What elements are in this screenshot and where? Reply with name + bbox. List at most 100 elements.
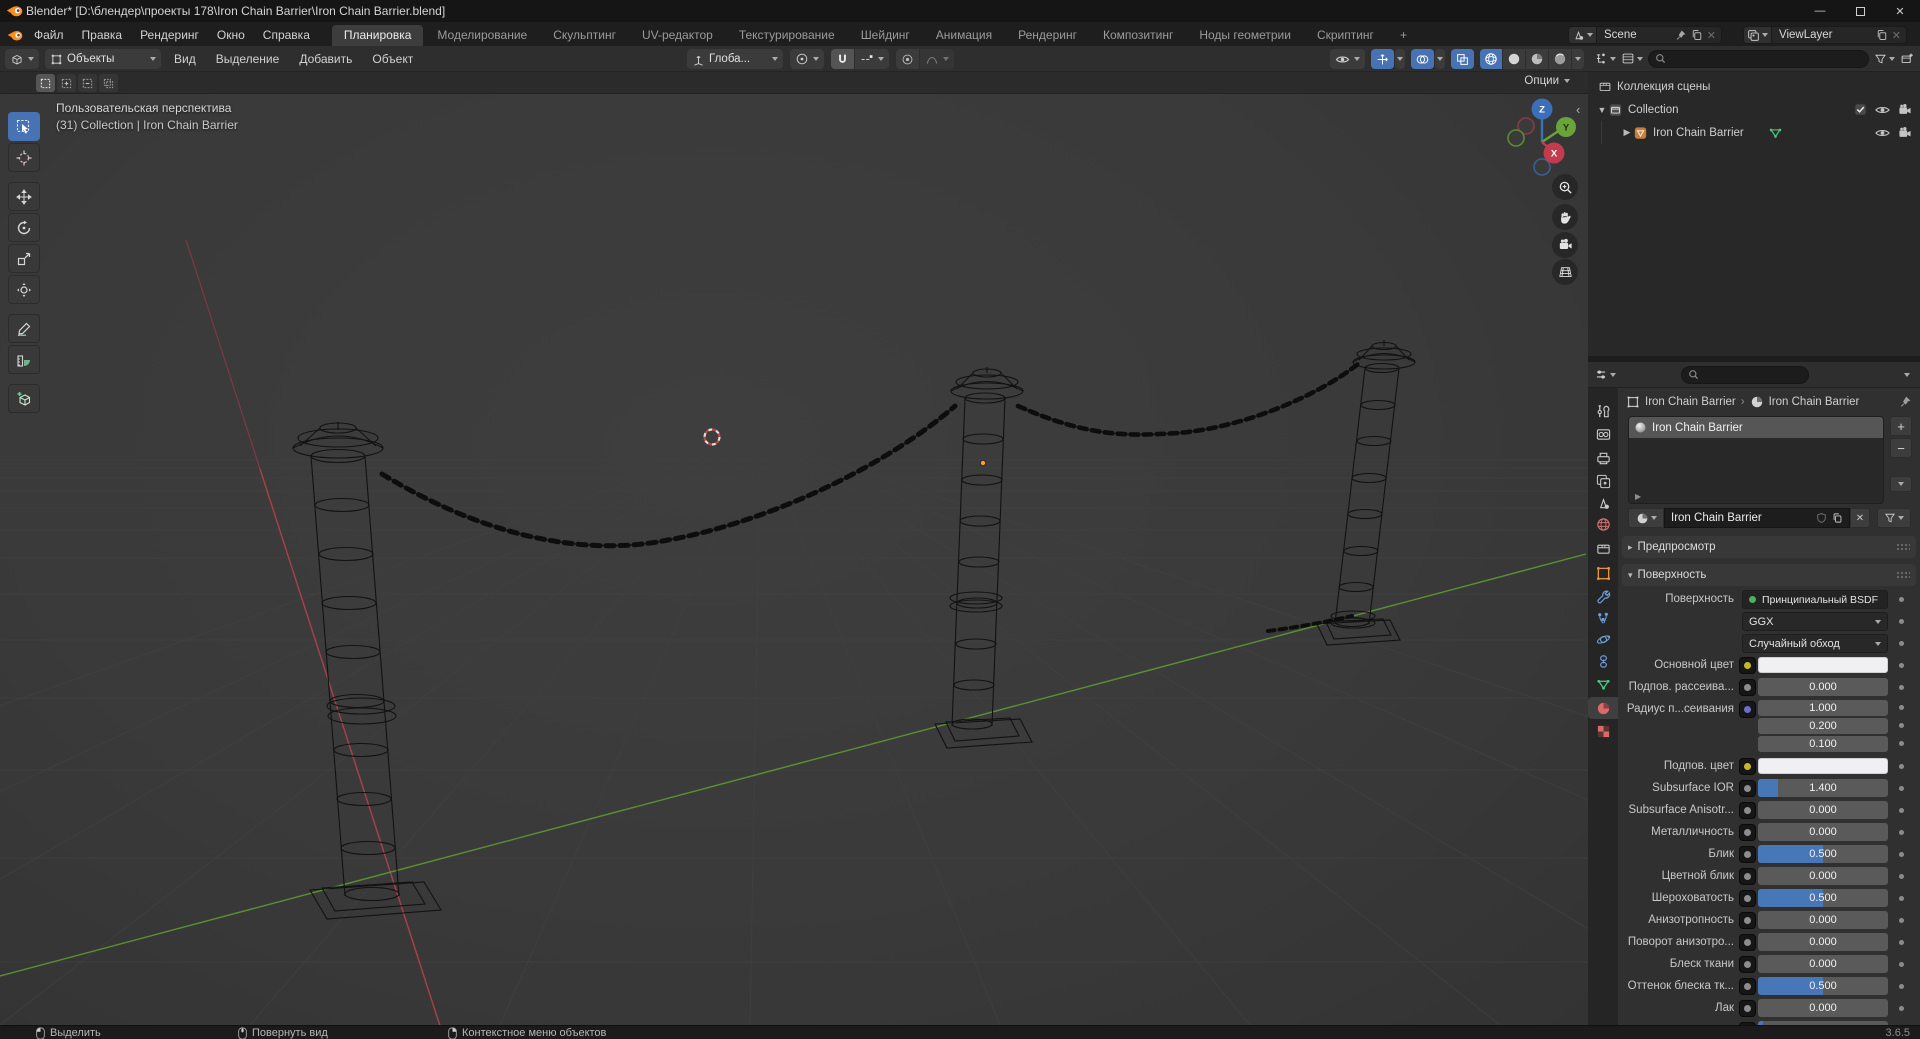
collapse-arrow-icon[interactable]: ▶	[1621, 127, 1633, 138]
workspace-tab-shading[interactable]: Шейдинг	[849, 25, 922, 46]
remove-icon[interactable]: ✕	[1892, 29, 1901, 42]
aniso-rotation-slider[interactable]: 0.000	[1758, 933, 1888, 951]
minimize-icon[interactable]: —	[1800, 0, 1840, 22]
tab-output-icon[interactable]	[1588, 447, 1618, 469]
socket-button[interactable]	[1739, 978, 1756, 995]
subsurface-ior-slider[interactable]: 1.400	[1758, 779, 1888, 797]
menu-file[interactable]: Файл	[25, 22, 73, 48]
tab-modifiers-icon[interactable]	[1588, 585, 1618, 607]
workspace-tab-uv[interactable]: UV-редактор	[630, 25, 725, 46]
decorator-dot[interactable]	[1899, 597, 1904, 602]
decorator-dot[interactable]	[1899, 896, 1904, 901]
tab-viewlayer-icon[interactable]	[1588, 470, 1618, 492]
viewport-menu-object[interactable]: Объект	[365, 49, 420, 69]
material-slot-row[interactable]: Iron Chain Barrier	[1629, 417, 1883, 438]
overlays-toggle[interactable]	[1411, 49, 1434, 69]
camera-view-icon[interactable]	[1552, 232, 1578, 258]
snap-target-dropdown[interactable]	[855, 49, 889, 69]
specular-tint-slider[interactable]: 0.000	[1758, 867, 1888, 885]
breadcrumb-material-name[interactable]: Iron Chain Barrier	[1769, 396, 1860, 408]
socket-button[interactable]	[1739, 912, 1756, 929]
viewport-menu-add[interactable]: Добавить	[292, 49, 359, 69]
decorator-dot[interactable]	[1899, 984, 1904, 989]
material-name-field[interactable]: Iron Chain Barrier	[1664, 508, 1850, 528]
copy-material-icon[interactable]	[1832, 512, 1843, 524]
material-specials-dropdown[interactable]	[1877, 508, 1911, 528]
socket-button[interactable]	[1739, 701, 1756, 718]
socket-button[interactable]	[1739, 679, 1756, 696]
tab-physics-icon[interactable]	[1588, 628, 1618, 650]
subsurface-slider[interactable]: 0.000	[1758, 678, 1888, 696]
sheen-slider[interactable]: 0.000	[1758, 955, 1888, 973]
menu-help[interactable]: Справка	[254, 22, 319, 48]
select-mode-extend-button[interactable]	[57, 74, 76, 92]
tab-texture-icon[interactable]	[1588, 720, 1618, 742]
tool-transform-button[interactable]	[8, 275, 40, 304]
zoom-view-icon[interactable]	[1552, 174, 1578, 200]
exclude-checkbox[interactable]	[1854, 103, 1867, 116]
panel-surface[interactable]: ▾ Поверхность	[1622, 564, 1916, 586]
tool-annotate-button[interactable]	[8, 314, 40, 343]
shading-solid-button[interactable]	[1503, 49, 1525, 69]
expand-arrow-icon[interactable]: ▼	[1596, 105, 1608, 115]
outliner-search-input[interactable]	[1648, 49, 1869, 68]
add-material-slot-button[interactable]: +	[1890, 416, 1912, 436]
editor-type-dropdown[interactable]	[5, 49, 39, 69]
subsurface-color-swatch[interactable]	[1758, 758, 1888, 774]
new-collection-button[interactable]	[1900, 52, 1914, 65]
scene-name[interactable]: Scene	[1597, 29, 1675, 41]
workspace-tab-geometry-nodes[interactable]: Ноды геометрии	[1187, 25, 1303, 46]
radius-z-field[interactable]: 0.100	[1758, 736, 1888, 752]
unlink-material-button[interactable]: ✕	[1850, 508, 1870, 528]
decorator-dot[interactable]	[1899, 830, 1904, 835]
decorator-dot[interactable]	[1899, 962, 1904, 967]
workspace-tab-texture[interactable]: Текстурирование	[727, 25, 847, 46]
gizmos-toggle[interactable]	[1371, 49, 1394, 69]
socket-button[interactable]	[1739, 868, 1756, 885]
pan-view-icon[interactable]	[1552, 204, 1578, 230]
socket-button[interactable]	[1739, 1000, 1756, 1017]
breadcrumb-object-name[interactable]: Iron Chain Barrier	[1645, 396, 1736, 408]
hide-eye-icon[interactable]	[1875, 104, 1890, 116]
workspace-tab-scripting[interactable]: Скриптинг	[1305, 25, 1386, 46]
remove-material-slot-button[interactable]: −	[1890, 438, 1912, 458]
tool-measure-button[interactable]	[8, 345, 40, 374]
shading-dropdown[interactable]	[1572, 49, 1584, 69]
socket-button[interactable]	[1739, 934, 1756, 951]
roughness-slider[interactable]: 0.500	[1758, 889, 1888, 907]
clearcoat-slider[interactable]: 0.000	[1758, 999, 1888, 1017]
tool-add-primitive-button[interactable]	[8, 384, 40, 413]
scene-selector[interactable]: Scene ✕	[1568, 26, 1722, 44]
decorator-dot[interactable]	[1899, 663, 1904, 668]
sheen-tint-slider[interactable]: 0.500	[1758, 977, 1888, 995]
select-mode-subtract-button[interactable]	[78, 74, 97, 92]
decorator-dot[interactable]	[1899, 1006, 1904, 1011]
distribution-dropdown[interactable]: GGX	[1742, 612, 1888, 631]
menu-edit[interactable]: Правка	[73, 22, 132, 48]
workspace-tab-rendering[interactable]: Рендеринг	[1006, 25, 1089, 46]
overlays-dropdown[interactable]	[1435, 49, 1445, 69]
tab-object-icon[interactable]	[1588, 562, 1618, 584]
properties-editor-type-dropdown[interactable]	[1594, 368, 1616, 381]
select-mode-set-button[interactable]	[36, 74, 55, 92]
pin-id-icon[interactable]	[1899, 395, 1912, 408]
specular-slider[interactable]: 0.500	[1758, 845, 1888, 863]
tab-constraints-icon[interactable]	[1588, 650, 1618, 672]
shading-rendered-button[interactable]	[1549, 49, 1571, 69]
tool-rotate-button[interactable]	[8, 213, 40, 242]
decorator-dot[interactable]	[1899, 741, 1904, 746]
workspace-tab-compositing[interactable]: Композитинг	[1091, 25, 1185, 46]
properties-search-input[interactable]	[1681, 365, 1809, 384]
tool-move-button[interactable]	[8, 182, 40, 211]
select-mode-intersect-button[interactable]	[99, 74, 118, 92]
socket-button[interactable]	[1739, 824, 1756, 841]
radius-x-field[interactable]: 1.000	[1758, 700, 1888, 716]
tab-material-icon[interactable]	[1588, 697, 1618, 719]
material-slot-list[interactable]: Iron Chain Barrier ▶	[1628, 416, 1884, 504]
decorator-dot[interactable]	[1899, 940, 1904, 945]
viewport-canvas[interactable]	[0, 94, 1588, 1025]
decorator-dot[interactable]	[1899, 619, 1904, 624]
panel-drag-grip[interactable]	[1896, 543, 1910, 551]
decorator-dot[interactable]	[1899, 808, 1904, 813]
blender-menu-icon[interactable]	[7, 28, 23, 42]
